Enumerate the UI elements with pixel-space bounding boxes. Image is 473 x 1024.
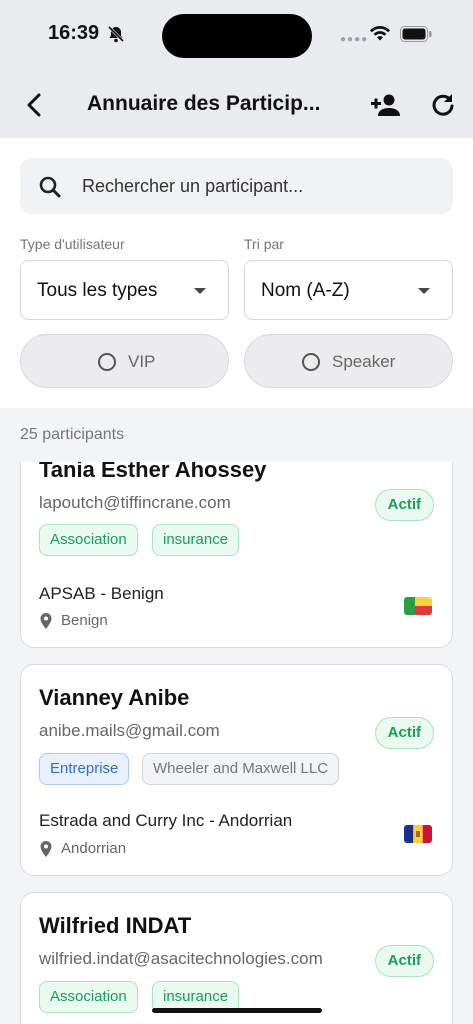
app-bar: Annuaire des Particip... (0, 72, 473, 138)
status-bar: 16:39 ●●●● (0, 0, 473, 72)
participant-card[interactable]: Tania Esther Ahossey lapoutch@tiffincran… (20, 462, 453, 648)
type-tag: Association (39, 981, 138, 1013)
participant-list[interactable]: Tania Esther Ahossey lapoutch@tiffincran… (0, 462, 473, 1024)
refresh-icon[interactable] (430, 92, 456, 118)
status-badge: Actif (374, 717, 434, 749)
participant-name: Vianney Anibe (39, 685, 190, 710)
speaker-label: Speaker (332, 352, 396, 371)
location-text: Benign (61, 612, 108, 629)
status-badge: Actif (374, 489, 434, 521)
vip-filter-toggle[interactable]: VIP (20, 334, 229, 388)
sort-select[interactable]: Nom (A-Z) (244, 260, 453, 320)
company-tag: Wheeler and Maxwell LLC (142, 753, 340, 785)
bell-muted-icon (107, 25, 125, 43)
location-text: Andorrian (61, 840, 127, 857)
add-user-icon[interactable] (370, 92, 402, 118)
home-indicator[interactable] (152, 1008, 322, 1013)
search-input[interactable]: Rechercher un participant... (20, 158, 453, 214)
search-icon (39, 176, 61, 198)
search-placeholder: Rechercher un participant... (82, 176, 304, 196)
page-title: Annuaire des Particip... (87, 92, 321, 115)
participant-card[interactable]: Wilfried INDAT wilfried.indat@asacitechn… (20, 892, 453, 1024)
radio-icon (98, 353, 116, 371)
participant-name: Wilfried INDAT (39, 913, 192, 938)
radio-icon (302, 353, 320, 371)
organization: Estrada and Curry Inc - Andorrian (39, 811, 293, 830)
participant-email: wilfried.indat@asacitechnologies.com (39, 949, 323, 968)
participant-card[interactable]: Vianney Anibe anibe.mails@gmail.com Acti… (20, 664, 453, 876)
sector-tag: insurance (152, 524, 240, 556)
filters-panel: Rechercher un participant... Type d'util… (0, 138, 473, 408)
participant-email: anibe.mails@gmail.com (39, 721, 220, 740)
participant-name: Tania Esther Ahossey (39, 462, 267, 482)
organization: APSAB - Benign (39, 584, 164, 603)
type-tag: Entreprise (39, 753, 130, 785)
benin-flag-icon (404, 597, 432, 615)
participant-count: 25 participants (20, 426, 125, 443)
battery-icon (400, 26, 432, 42)
location-pin-icon (40, 613, 52, 629)
dropdown-caret-icon (418, 288, 430, 294)
type-tag: Association (39, 524, 138, 556)
vip-label: VIP (128, 352, 156, 371)
user-type-select[interactable]: Tous les types (20, 260, 229, 320)
user-type-value: Tous les types (37, 280, 158, 301)
dynamic-island (162, 14, 312, 58)
participant-email: lapoutch@tiffincrane.com (39, 493, 231, 512)
andorra-flag-icon (404, 825, 432, 843)
wifi-icon (370, 25, 390, 41)
speaker-filter-toggle[interactable]: Speaker (244, 334, 453, 388)
status-badge: Actif (374, 945, 434, 977)
sort-value: Nom (A-Z) (261, 280, 350, 301)
user-type-label: Type d'utilisateur (20, 236, 125, 252)
status-time: 16:39 (48, 22, 100, 44)
signal-dots-icon: ●●●● (340, 34, 369, 45)
back-arrow-icon[interactable] (22, 92, 46, 118)
dropdown-caret-icon (194, 288, 206, 294)
sort-label: Tri par (244, 236, 284, 252)
location-pin-icon (40, 841, 52, 857)
